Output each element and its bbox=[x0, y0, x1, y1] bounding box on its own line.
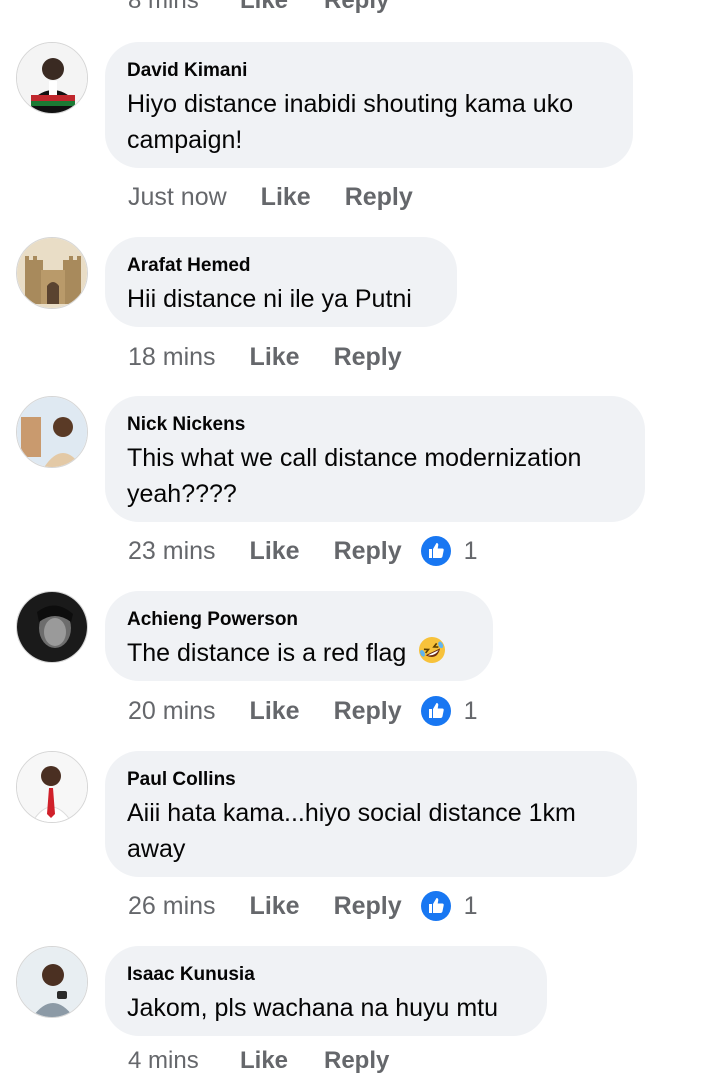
avatar[interactable] bbox=[16, 396, 88, 468]
comment-author[interactable]: Nick Nickens bbox=[127, 414, 623, 436]
like-link[interactable]: Like bbox=[250, 343, 300, 372]
avatar-image bbox=[17, 238, 87, 308]
comment-bubble: Nick Nickens This what we call distance … bbox=[105, 396, 645, 522]
avatar[interactable] bbox=[16, 591, 88, 663]
reply-link[interactable]: Reply bbox=[324, 1047, 389, 1075]
comment-bubble: Achieng Powerson The distance is a red f… bbox=[105, 591, 493, 681]
comment-timestamp: 23 mins bbox=[128, 536, 216, 565]
comment-text: Jakom, pls wachana na huyu mtu bbox=[127, 994, 499, 1022]
comment-timestamp: 18 mins bbox=[128, 342, 216, 371]
comment-actions: 20 mins Like Reply 1 bbox=[128, 691, 478, 731]
avatar[interactable] bbox=[16, 42, 88, 114]
laughing-emoji-icon bbox=[419, 637, 446, 663]
comment-author[interactable]: Achieng Powerson bbox=[127, 609, 471, 631]
like-link[interactable]: Like bbox=[261, 183, 311, 212]
like-link[interactable]: Like bbox=[240, 0, 324, 15]
comment-text: Hiyo distance inabidi shouting kama uko … bbox=[127, 90, 574, 154]
last-comment-actions: 4 mins Like Reply bbox=[128, 1046, 389, 1076]
like-reaction-icon bbox=[420, 536, 451, 566]
avatar-image bbox=[17, 592, 87, 662]
comment-text: The distance is a red flag bbox=[127, 635, 471, 671]
avatar[interactable] bbox=[16, 751, 88, 823]
comment-timestamp: 8 mins bbox=[128, 0, 199, 14]
comment-actions: 26 mins Like Reply 1 bbox=[128, 886, 478, 926]
comment-timestamp: 20 mins bbox=[128, 696, 216, 725]
comment-author[interactable]: David Kimani bbox=[127, 60, 611, 82]
comment-text: Aiii hata kama...hiyo social distance 1k… bbox=[127, 799, 576, 863]
reply-link[interactable]: Reply bbox=[334, 343, 402, 372]
like-reaction-icon bbox=[420, 696, 451, 726]
reply-link[interactable]: Reply bbox=[345, 183, 413, 212]
comment-bubble: Isaac Kunusia Jakom, pls wachana na huyu… bbox=[105, 946, 547, 1036]
comment-actions: 18 mins Like Reply bbox=[128, 337, 402, 377]
reaction-count: 1 bbox=[463, 536, 478, 565]
comment-author[interactable]: Paul Collins bbox=[127, 769, 615, 791]
previous-comment-actions: 8 mins Like Reply bbox=[128, 0, 389, 16]
comment-author[interactable]: Isaac Kunusia bbox=[127, 964, 525, 986]
reply-link[interactable]: Reply bbox=[334, 537, 402, 566]
comment-actions: Just now Like Reply bbox=[128, 177, 413, 217]
like-link[interactable]: Like bbox=[240, 1047, 324, 1075]
comment-bubble: David Kimani Hiyo distance inabidi shout… bbox=[105, 42, 633, 168]
like-link[interactable]: Like bbox=[250, 697, 300, 726]
comment-timestamp: 4 mins bbox=[128, 1047, 199, 1074]
like-link[interactable]: Like bbox=[250, 537, 300, 566]
reaction-summary[interactable]: 1 bbox=[420, 535, 478, 567]
reaction-summary[interactable]: 1 bbox=[420, 890, 478, 922]
avatar-image bbox=[17, 752, 87, 822]
reaction-count: 1 bbox=[463, 696, 478, 725]
avatar[interactable] bbox=[16, 946, 88, 1018]
comment-bubble: Paul Collins Aiii hata kama...hiyo socia… bbox=[105, 751, 637, 877]
reaction-summary[interactable]: 1 bbox=[420, 695, 478, 727]
comment-bubble: Arafat Hemed Hii distance ni ile ya Putn… bbox=[105, 237, 457, 327]
avatar-image bbox=[17, 397, 87, 467]
reaction-count: 1 bbox=[463, 891, 478, 920]
reply-link[interactable]: Reply bbox=[324, 0, 389, 15]
reply-link[interactable]: Reply bbox=[334, 892, 402, 921]
avatar-image bbox=[17, 43, 87, 113]
reply-link[interactable]: Reply bbox=[334, 697, 402, 726]
avatar-image bbox=[17, 947, 87, 1017]
comment-actions: 23 mins Like Reply 1 bbox=[128, 531, 478, 571]
like-reaction-icon bbox=[420, 891, 451, 921]
comment-text: Hii distance ni ile ya Putni bbox=[127, 285, 412, 313]
comment-timestamp: 26 mins bbox=[128, 891, 216, 920]
comment-text: This what we call distance modernization… bbox=[127, 444, 582, 508]
comment-author[interactable]: Arafat Hemed bbox=[127, 255, 435, 277]
like-link[interactable]: Like bbox=[250, 892, 300, 921]
avatar[interactable] bbox=[16, 237, 88, 309]
comment-timestamp: Just now bbox=[128, 182, 227, 211]
